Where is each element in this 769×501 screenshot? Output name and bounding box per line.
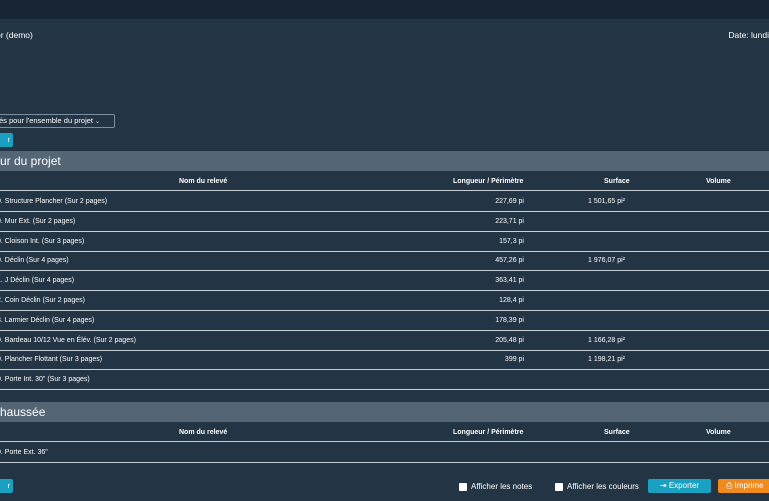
table-row: 0. Bardeau 10/12 Vue en Élév. (Sur 2 pag… [0, 331, 769, 351]
apply-button[interactable]: r [0, 133, 13, 147]
row-length: 178,39 pi [495, 316, 524, 324]
print-button[interactable]: ⎙ Imprime [718, 479, 769, 493]
show-colors-toggle[interactable]: Afficher les couleurs [555, 482, 639, 491]
row-length: 363,41 pi [495, 277, 524, 285]
row-surface: 1 976,07 pi² [588, 257, 625, 265]
checkbox[interactable] [459, 482, 467, 491]
row-length: 223,71 pi [495, 217, 524, 225]
export-label: Exporter [668, 481, 700, 490]
col-header-name: Nom du relevé [179, 429, 228, 436]
chevron-down-icon: ⌄ [95, 119, 101, 125]
print-icon: ⎙ [726, 481, 733, 490]
export-icon: ⇥ [659, 481, 667, 490]
row-name: 0. Mur Ext. (Sur 2 pages) [0, 217, 76, 225]
table-row: 0. Mur Ext. (Sur 2 pages) 223,71 pi [0, 212, 769, 232]
row-surface: 1 198,21 pi² [588, 356, 625, 364]
row-name: 0. Bardeau 10/12 Vue en Élév. (Sur 2 pag… [0, 336, 136, 344]
row-length: 205,48 pi [495, 336, 524, 344]
report-date: Date: lundi [728, 30, 769, 40]
export-button[interactable]: ⇥ Exporter [648, 479, 711, 493]
scope-select-value: és pour l'ensemble du projet [0, 116, 93, 125]
table-row: 0. Porte Int. 30" (Sur 3 pages) [0, 370, 769, 391]
show-notes-toggle[interactable]: Afficher les notes [459, 482, 532, 491]
footer-toolbar: r Afficher les notes Afficher les couleu… [0, 474, 769, 501]
table-row: 1. J Déclin (Sur 4 pages) 363,41 pi [0, 271, 769, 292]
row-length: 227,69 pi [495, 198, 524, 205]
row-name: 0. Plancher Flottant (Sur 3 pages) [0, 356, 103, 364]
table-row: 0. Plancher Flottant (Sur 3 pages) 399 pi… [0, 350, 769, 371]
col-header-volume: Volume [706, 429, 731, 436]
row-name: 0. Porte Int. 30" (Sur 3 pages) [0, 376, 90, 384]
show-notes-label: Afficher les notes [471, 482, 533, 491]
table-row: 0. Cloison Int. (Sur 3 pages) 157,3 pi [0, 232, 769, 252]
section-title: haussée [0, 402, 769, 422]
table-row: 0. Porte Ext. 36" [0, 443, 769, 463]
project-title: or (demo) [0, 30, 33, 40]
row-name: 2. Coin Déclin (Sur 2 pages) [0, 297, 85, 304]
row-length: 128,4 pi [499, 297, 524, 304]
row-name: 0. Structure Plancher (Sur 2 pages) [0, 198, 108, 205]
table-row: 2. Coin Déclin (Sur 2 pages) 128,4 pi [0, 291, 769, 311]
table-header: Nom du relevé Longueur / Périmètre Surfa… [0, 173, 769, 191]
table-row: 0. Structure Plancher (Sur 2 pages) 227,6… [0, 192, 769, 212]
col-header-volume: Volume [706, 178, 731, 185]
col-header-length: Longueur / Périmètre [453, 178, 524, 185]
row-name: 1. J Déclin (Sur 4 pages) [0, 277, 75, 285]
scope-select[interactable]: és pour l'ensemble du projet ⌄ [0, 114, 115, 128]
row-name: 3. Larmier Déclin (Sur 4 pages) [0, 316, 95, 324]
row-name: 0. Porte Ext. 36" [0, 449, 48, 456]
footer-button[interactable]: r [0, 479, 13, 493]
table-row: 3. Larmier Déclin (Sur 4 pages) 178,39 pi [0, 311, 769, 331]
table-row: 0. Déclin (Sur 4 pages) 457,26 pi 1 976,07… [0, 251, 769, 272]
print-label: Imprime [734, 481, 764, 490]
col-header-surface: Surface [604, 429, 630, 436]
col-header-name: Nom du relevé [179, 178, 228, 185]
col-header-surface: Surface [604, 178, 630, 185]
row-length: 157,3 pi [499, 237, 524, 245]
row-surface: 1 166,28 pi² [588, 336, 625, 344]
section-title: ur du projet [0, 151, 769, 171]
col-header-length: Longueur / Périmètre [453, 429, 524, 436]
show-colors-label: Afficher les couleurs [567, 482, 639, 491]
checkbox[interactable] [555, 482, 563, 491]
row-name: 0. Déclin (Sur 4 pages) [0, 257, 69, 265]
row-surface: 1 501,65 pi² [588, 198, 625, 205]
top-bar [0, 0, 769, 19]
table-header: Nom du relevé Longueur / Périmètre Surfa… [0, 424, 769, 442]
row-name: 0. Cloison Int. (Sur 3 pages) [0, 237, 85, 245]
row-length: 399 pi [504, 356, 524, 364]
row-length: 457,26 pi [495, 257, 524, 265]
